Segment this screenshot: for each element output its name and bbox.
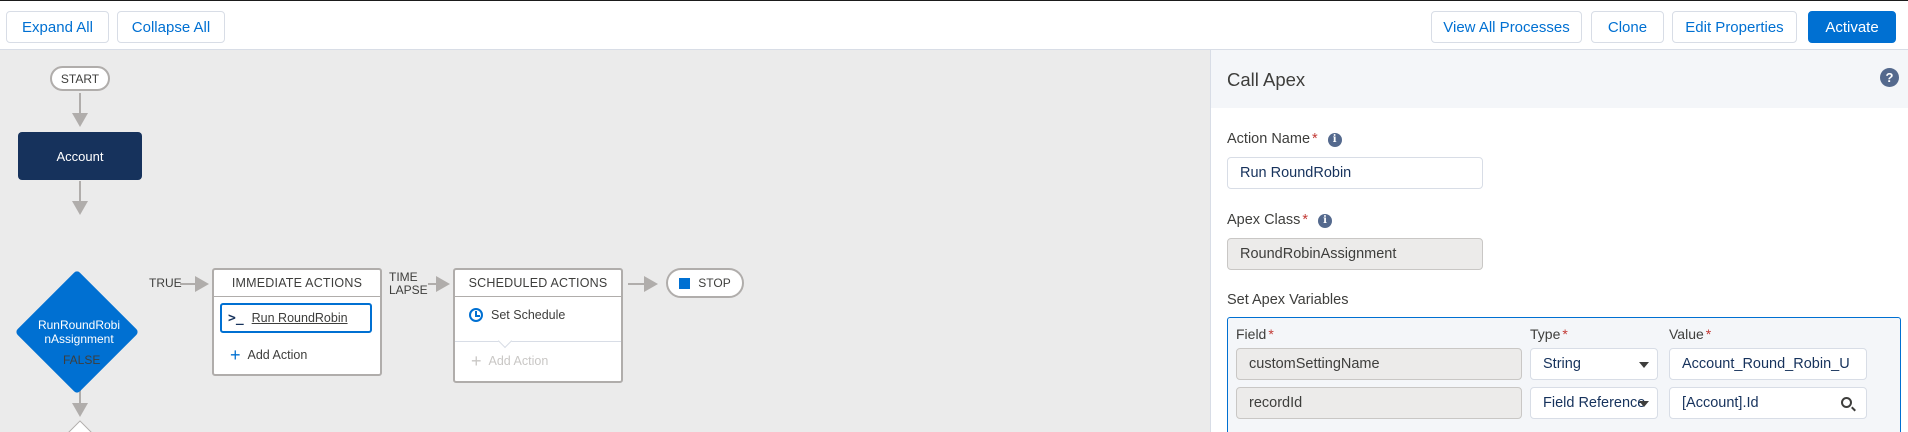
variable-type-value: Field Reference [1543, 395, 1646, 411]
plus-icon: + [471, 351, 482, 371]
field-header-text: Field [1236, 326, 1267, 342]
variable-type-select[interactable]: Field Reference [1530, 387, 1658, 419]
set-apex-variables-label: Set Apex Variables [1227, 292, 1349, 308]
run-roundrobin-label: Run RoundRobin [251, 311, 348, 325]
dropdown-caret-icon [1639, 401, 1649, 407]
scheduled-actions-header: SCHEDULED ACTIONS [455, 270, 621, 297]
required-asterisk: * [1268, 326, 1274, 342]
required-asterisk: * [1562, 326, 1568, 342]
add-action-label: Add Action [247, 348, 308, 362]
activate-button[interactable]: Activate [1808, 11, 1896, 43]
set-schedule-row[interactable]: Set Schedule [469, 308, 565, 322]
scheduled-actions-panel: SCHEDULED ACTIONS Set Schedule + Add Act… [453, 268, 623, 383]
view-all-processes-button[interactable]: View All Processes [1431, 11, 1582, 43]
criteria-label-line2: nAssignment [44, 332, 114, 346]
add-immediate-action-button[interactable]: + Add Action [230, 345, 308, 365]
time-lapse-line2: LAPSE [389, 283, 428, 297]
run-roundrobin-action[interactable]: >_ Run RoundRobin [220, 303, 372, 333]
false-label: FALSE [63, 353, 101, 367]
criteria-label-line1: RunRoundRobi [37, 318, 121, 332]
collapse-all-button[interactable]: Collapse All [117, 11, 225, 43]
variable-type-select[interactable]: String [1530, 348, 1658, 380]
criteria-label[interactable]: RunRoundRobi nAssignment [18, 318, 140, 354]
panel-title: Call Apex [1227, 69, 1306, 90]
variable-field-input: recordId [1236, 387, 1522, 419]
immediate-actions-panel: IMMEDIATE ACTIONS >_ Run RoundRobin + Ad… [212, 268, 382, 376]
divider [455, 341, 621, 342]
variable-field-input: customSettingName [1236, 348, 1522, 380]
required-asterisk: * [1312, 131, 1318, 147]
value-header-text: Value [1669, 326, 1704, 342]
clock-icon [469, 308, 483, 322]
properties-header: Call Apex ? [1211, 50, 1908, 108]
variable-value-text: [Account].Id [1682, 395, 1759, 411]
action-name-label: Action Name * i [1227, 131, 1342, 147]
set-schedule-label: Set Schedule [491, 308, 566, 322]
object-node[interactable]: Account [18, 132, 142, 180]
stop-node[interactable]: STOP [666, 268, 744, 298]
edit-properties-button[interactable]: Edit Properties [1672, 11, 1797, 43]
apex-class-label: Apex Class * i [1227, 212, 1332, 228]
apex-class-label-text: Apex Class [1227, 212, 1301, 228]
info-icon[interactable]: i [1318, 213, 1332, 228]
time-lapse-line1: TIME [389, 270, 418, 284]
stop-label: STOP [698, 276, 731, 290]
divider-notch [497, 333, 513, 349]
required-asterisk: * [1705, 326, 1712, 342]
immediate-actions-header: IMMEDIATE ACTIONS [214, 270, 380, 297]
add-scheduled-action-button[interactable]: + Add Action [471, 351, 549, 371]
required-asterisk: * [1302, 212, 1308, 228]
apex-variables-table: Field * Type * Value * customSettingName St… [1227, 317, 1901, 432]
action-name-input[interactable]: Run RoundRobin [1227, 157, 1483, 189]
value-column-header: Value * [1669, 326, 1711, 342]
type-header-text: Type [1530, 326, 1561, 342]
type-column-header: Type * [1530, 326, 1568, 342]
properties-panel: Call Apex ? Action Name * i Run RoundRobin… [1210, 50, 1908, 432]
info-icon[interactable]: i [1327, 132, 1342, 147]
field-column-header: Field * [1236, 326, 1274, 342]
stop-square-icon [679, 277, 691, 289]
apex-class-input: RoundRobinAssignment [1227, 238, 1483, 270]
expand-all-button[interactable]: Expand All [6, 11, 109, 43]
apex-action-icon: >_ [228, 310, 244, 326]
help-icon[interactable]: ? [1880, 68, 1899, 87]
action-name-label-text: Action Name [1227, 131, 1311, 147]
process-canvas: START Account RunRoundRobi nAssignment T… [0, 50, 1210, 432]
variable-type-value: String [1543, 356, 1581, 372]
search-icon[interactable] [1841, 397, 1852, 408]
time-lapse-label: TIME LAPSE [389, 271, 428, 297]
clone-button[interactable]: Clone [1591, 11, 1664, 43]
true-label: TRUE [149, 276, 182, 290]
variable-value-input[interactable]: [Account].Id [1669, 387, 1867, 419]
start-node: START [50, 66, 110, 91]
plus-icon: + [230, 345, 241, 365]
variable-value-input[interactable]: Account_Round_Robin_U [1669, 348, 1867, 380]
add-action-label: Add Action [488, 354, 549, 368]
dropdown-caret-icon [1639, 362, 1649, 368]
toolbar: Expand All Collapse All View All Process… [0, 0, 1908, 50]
